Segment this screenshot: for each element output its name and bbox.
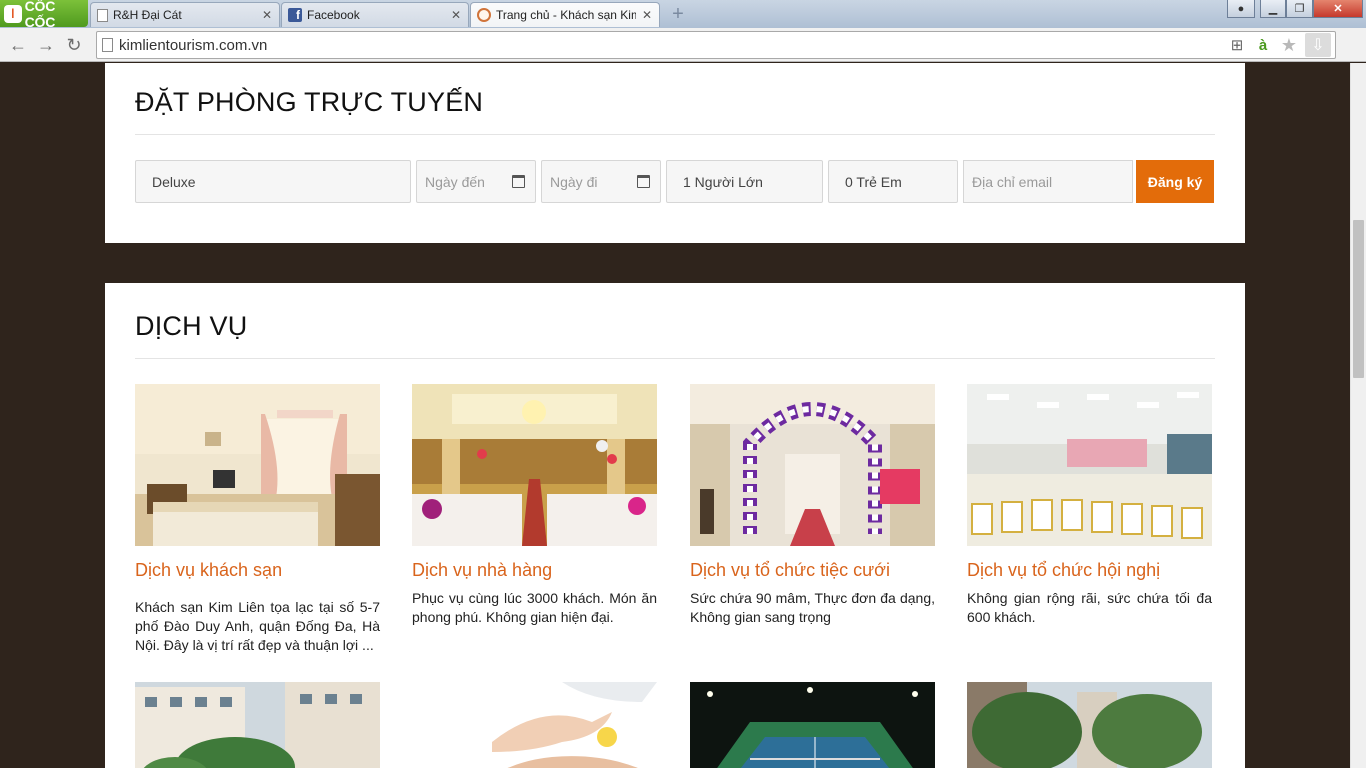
tab-bar: ǀ CỐC CỐC R&H Đại Cát ✕ f Facebook ✕ Tra…: [0, 0, 1366, 30]
children-select[interactable]: 0 Trẻ Em: [828, 160, 958, 203]
departure-placeholder: Ngày đi: [550, 173, 598, 190]
service-description: Phục vụ cùng lúc 3000 khách. Món ăn phon…: [412, 590, 657, 625]
services-title: DỊCH VỤ: [135, 311, 248, 341]
close-icon[interactable]: ✕: [641, 8, 653, 22]
bookmark-star-icon[interactable]: ★: [1279, 35, 1299, 55]
service-description: Khách sạn Kim Liên tọa lạc tại số 5-7 ph…: [135, 599, 380, 653]
service-description: Sức chứa 90 mâm, Thực đơn đa dạng, Không…: [690, 590, 935, 625]
room-type-value: Deluxe: [152, 173, 196, 190]
reload-button[interactable]: ↻: [62, 33, 86, 57]
window-close-button[interactable]: ✕: [1313, 0, 1363, 18]
arrival-placeholder: Ngày đến: [425, 173, 485, 190]
service-title[interactable]: Dịch vụ khách sạn: [135, 560, 380, 581]
minimize-button[interactable]: ▁: [1260, 0, 1286, 18]
vietnamese-input-icon[interactable]: à: [1253, 35, 1273, 55]
restaurant-image[interactable]: [412, 384, 657, 546]
street-image[interactable]: [967, 682, 1212, 768]
calendar-icon[interactable]: [637, 175, 650, 188]
page-icon: [97, 8, 108, 22]
back-button[interactable]: ←: [6, 33, 30, 57]
tab-title: Trang chủ - Khách sạn Kim Liên: [496, 8, 636, 22]
scrollbar-thumb[interactable]: [1353, 220, 1364, 378]
tab-rh-dai-cat[interactable]: R&H Đại Cát ✕: [90, 2, 280, 27]
divider: [135, 358, 1215, 359]
service-card-restaurant: Dịch vụ nhà hàng Phục vụ cùng lúc 3000 k…: [412, 384, 657, 627]
calendar-icon[interactable]: [512, 175, 525, 188]
service-card-hotel: Dịch vụ khách sạn Khách sạn Kim Liên tọa…: [135, 384, 380, 655]
building-image[interactable]: [135, 682, 380, 768]
page-scrollbar[interactable]: [1350, 63, 1366, 768]
tennis-court-image[interactable]: [690, 682, 935, 768]
service-title[interactable]: Dịch vụ tổ chức hội nghị: [967, 560, 1212, 581]
forward-button[interactable]: →: [34, 33, 58, 57]
room-type-select[interactable]: Deluxe: [135, 160, 411, 203]
service-card-conference: Dịch vụ tổ chức hội nghị Không gian rộng…: [967, 384, 1212, 627]
arrival-date-input[interactable]: Ngày đến: [416, 160, 536, 203]
maximize-button[interactable]: ❐: [1286, 0, 1313, 18]
tab-kim-lien[interactable]: Trang chủ - Khách sạn Kim Liên ✕: [470, 2, 660, 27]
service-title[interactable]: Dịch vụ tổ chức tiệc cưới: [690, 560, 935, 581]
savior-download-icon[interactable]: ⇩: [1305, 33, 1331, 57]
adults-select[interactable]: 1 Người Lớn: [666, 160, 823, 203]
service-card-wedding: Dịch vụ tổ chức tiệc cưới Sức chứa 90 mâ…: [690, 384, 935, 627]
close-icon[interactable]: ✕: [261, 8, 273, 22]
page-viewport: ĐẶT PHÒNG TRỰC TUYẾN Deluxe Ngày đến Ngà…: [0, 63, 1350, 768]
register-button[interactable]: Đăng ký: [1136, 160, 1214, 203]
coccoc-menu-button[interactable]: ǀ CỐC CỐC: [0, 0, 88, 30]
hotel-icon: [477, 8, 491, 22]
service-title[interactable]: Dịch vụ nhà hàng: [412, 560, 657, 581]
address-bar[interactable]: kimlientourism.com.vn ⊞ à ★ ⇩: [96, 31, 1336, 59]
tab-title: R&H Đại Cát: [113, 8, 182, 22]
children-value: 0 Trẻ Em: [845, 173, 902, 190]
divider: [135, 134, 1215, 135]
browser-toolbar: ← → ↻ kimlientourism.com.vn ⊞ à ★ ⇩ ⤓: [0, 28, 1366, 81]
brand-label: CỐC CỐC: [24, 0, 56, 30]
booking-section: ĐẶT PHÒNG TRỰC TUYẾN Deluxe Ngày đến Ngà…: [105, 63, 1245, 243]
email-input[interactable]: [963, 160, 1133, 203]
facebook-icon: f: [288, 8, 302, 22]
departure-date-input[interactable]: Ngày đi: [541, 160, 661, 203]
services-section: DỊCH VỤ Dịch vụ khách sạn Khách sạn Kim …: [105, 283, 1245, 768]
spa-image[interactable]: [412, 682, 657, 768]
tab-facebook[interactable]: f Facebook ✕: [281, 2, 469, 27]
translate-icon[interactable]: ⊞: [1227, 35, 1247, 55]
booking-title: ĐẶT PHÒNG TRỰC TUYẾN: [135, 87, 484, 117]
conference-image[interactable]: [967, 384, 1212, 546]
url-text: kimlientourism.com.vn: [119, 36, 268, 54]
close-icon[interactable]: ✕: [450, 8, 462, 22]
new-tab-button[interactable]: +: [667, 4, 689, 24]
profile-button[interactable]: ●: [1227, 0, 1255, 18]
service-description: Không gian rộng rãi, sức chứa tối đa 600…: [967, 590, 1212, 625]
wedding-image[interactable]: [690, 384, 935, 546]
coccoc-logo-icon: ǀ: [4, 4, 22, 23]
hotel-room-image[interactable]: [135, 384, 380, 546]
tab-title: Facebook: [307, 8, 360, 22]
page-icon: [102, 38, 113, 52]
adults-value: 1 Người Lớn: [683, 173, 763, 190]
